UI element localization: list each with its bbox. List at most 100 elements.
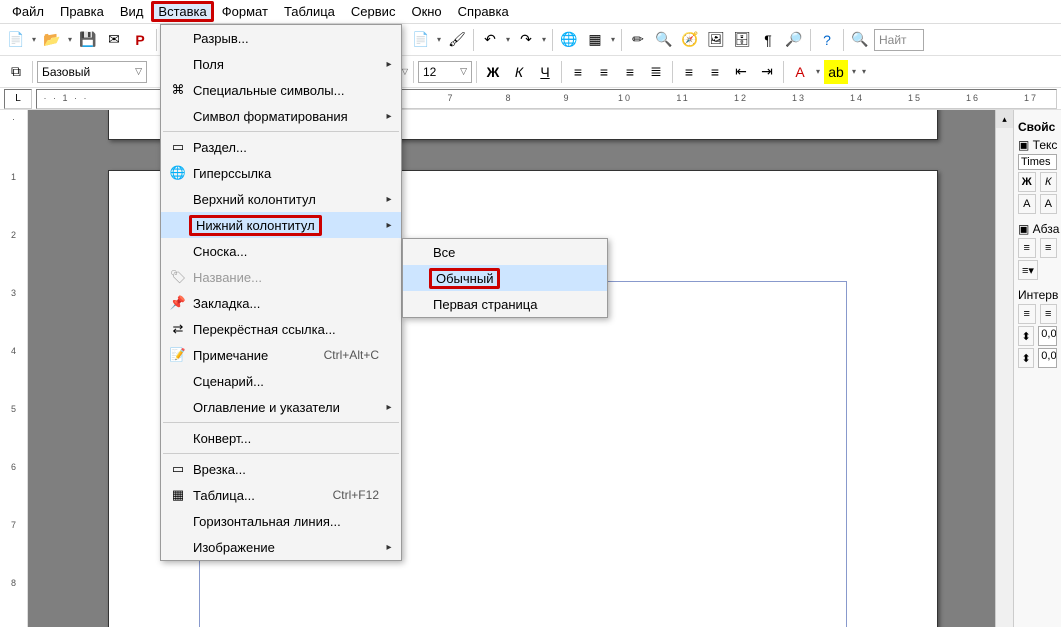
menu-table[interactable]: Таблица (276, 2, 343, 21)
gallery-button[interactable]: 🖼 (704, 28, 728, 52)
font-name-field[interactable]: Times (1018, 154, 1057, 170)
below-spacing-field[interactable]: 0,0 (1038, 348, 1057, 368)
new-doc-dropdown[interactable]: ▾ (30, 35, 38, 44)
redo-dropdown[interactable]: ▾ (540, 35, 548, 44)
menuitem-script[interactable]: Сценарий... (161, 368, 401, 394)
data-sources-button[interactable]: 🗄 (730, 28, 754, 52)
align-justify-button[interactable]: ≣ (644, 60, 668, 84)
paragraph-section-header[interactable]: ▣ Абза (1018, 222, 1057, 236)
italic-button[interactable]: К (507, 60, 531, 84)
font-name-dropdown[interactable]: ▽ (401, 67, 409, 76)
underline-button[interactable]: Ч (533, 60, 557, 84)
submenuitem-default[interactable]: Обычный (403, 265, 607, 291)
highlight-button[interactable]: ab (824, 60, 848, 84)
list-sp-button[interactable]: ≡▾ (1018, 260, 1038, 280)
decrease-indent-button[interactable]: ⇤ (729, 60, 753, 84)
numbered-list-button[interactable]: ≡ (677, 60, 701, 84)
menuitem-hyperlink[interactable]: 🌐Гиперссылка (161, 160, 401, 186)
find-button[interactable]: 🔍 (652, 28, 676, 52)
font-color-button[interactable]: A (788, 60, 812, 84)
font-effects-button[interactable]: A (1018, 194, 1036, 214)
menuitem-header[interactable]: Верхний колонтитул▸ (161, 186, 401, 212)
menuitem-frame[interactable]: ▭Врезка... (161, 456, 401, 482)
menu-tools[interactable]: Сервис (343, 2, 404, 21)
menuitem-fields[interactable]: Поля▸ (161, 51, 401, 77)
drawing-button[interactable]: ✏ (626, 28, 650, 52)
menu-window[interactable]: Окно (403, 2, 449, 21)
font-color-dropdown[interactable]: ▾ (814, 67, 822, 76)
section-icon: ▭ (167, 139, 189, 155)
bold-sp-button[interactable]: Ж (1018, 172, 1036, 192)
save-button[interactable]: 💾 (76, 28, 100, 52)
menuitem-formatting-mark[interactable]: Символ форматирования▸ (161, 103, 401, 129)
menuitem-hr[interactable]: Горизонтальная линия... (161, 508, 401, 534)
new-doc-button[interactable]: 📄 (4, 28, 28, 52)
nonprinting-chars-button[interactable]: ¶ (756, 28, 780, 52)
menuitem-section[interactable]: ▭Раздел... (161, 134, 401, 160)
font-size-combo[interactable]: 12▽ (418, 61, 472, 83)
bullet-list-button[interactable]: ≡ (703, 60, 727, 84)
bold-button[interactable]: Ж (481, 60, 505, 84)
table-button[interactable]: ▦ (583, 28, 607, 52)
align-sp2-button[interactable]: ≡ (1040, 238, 1058, 258)
open-dropdown[interactable]: ▾ (66, 35, 74, 44)
help-button[interactable]: ? (815, 28, 839, 52)
styles-button[interactable]: ⧉ (4, 60, 28, 84)
scroll-up-button[interactable]: ▴ (996, 110, 1013, 128)
menuitem-envelope[interactable]: Конверт... (161, 425, 401, 451)
vertical-scrollbar[interactable]: ▴ (995, 110, 1013, 627)
menu-format[interactable]: Формат (214, 2, 276, 21)
vertical-ruler[interactable]: ·12345678 (0, 110, 28, 627)
hyperlink-button[interactable]: 🌐 (557, 28, 581, 52)
search-input[interactable]: Найт (874, 29, 924, 51)
highlight-dropdown[interactable]: ▾ (850, 67, 858, 76)
open-button[interactable]: 📂 (40, 28, 64, 52)
menuitem-bookmark[interactable]: 📌Закладка... (161, 290, 401, 316)
spacing-dec-button[interactable]: ≡ (1040, 304, 1058, 324)
menuitem-break[interactable]: Разрыв... (161, 25, 401, 51)
menuitem-comment[interactable]: 📝ПримечаниеCtrl+Alt+C (161, 342, 401, 368)
menu-edit[interactable]: Правка (52, 2, 112, 21)
menuitem-footnote[interactable]: Сноска... (161, 238, 401, 264)
paragraph-style-combo[interactable]: Базовый▽ (37, 61, 147, 83)
menuitem-image[interactable]: Изображение▸ (161, 534, 401, 560)
undo-button[interactable]: ↶ (478, 28, 502, 52)
redo-button[interactable]: ↷ (514, 28, 538, 52)
find-toolbar-icon[interactable]: 🔍 (848, 28, 872, 52)
menuitem-special-chars[interactable]: ⌘Специальные символы... (161, 77, 401, 103)
align-left-button[interactable]: ≡ (566, 60, 590, 84)
menuitem-footer[interactable]: Нижний колонтитул▸ (161, 212, 401, 238)
paste-button[interactable]: 📄 (409, 28, 433, 52)
italic-sp-button[interactable]: К (1040, 172, 1058, 192)
menu-insert[interactable]: Вставка (151, 1, 213, 22)
text-section-header[interactable]: ▣ Текс (1018, 138, 1057, 152)
font-effects2-button[interactable]: A (1040, 194, 1058, 214)
separator (156, 29, 157, 51)
above-spacing-field[interactable]: 0,0 (1038, 326, 1057, 346)
spacing-inc-button[interactable]: ≡ (1018, 304, 1036, 324)
menuitem-caption[interactable]: 🏷Название... (161, 264, 401, 290)
zoom-button[interactable]: 🔎 (782, 28, 806, 52)
navigator-button[interactable]: 🧭 (678, 28, 702, 52)
table-dropdown[interactable]: ▾ (609, 35, 617, 44)
align-sp-button[interactable]: ≡ (1018, 238, 1036, 258)
menu-help[interactable]: Справка (450, 2, 517, 21)
align-right-button[interactable]: ≡ (618, 60, 642, 84)
undo-dropdown[interactable]: ▾ (504, 35, 512, 44)
format-paintbrush-button[interactable]: 🖌 (445, 28, 469, 52)
align-center-button[interactable]: ≡ (592, 60, 616, 84)
submenuitem-firstpage[interactable]: Первая страница (403, 291, 607, 317)
email-button[interactable]: ✉ (102, 28, 126, 52)
pdf-button[interactable]: P (128, 28, 152, 52)
menuitem-crossref[interactable]: ⇄Перекрёстная ссылка... (161, 316, 401, 342)
paste-dropdown[interactable]: ▾ (435, 35, 443, 44)
menu-file[interactable]: Файл (4, 2, 52, 21)
menu-separator (163, 422, 399, 423)
submenuitem-all[interactable]: Все (403, 239, 607, 265)
separator (473, 29, 474, 51)
toolbar-overflow[interactable]: ▾ (860, 67, 868, 76)
increase-indent-button[interactable]: ⇥ (755, 60, 779, 84)
menu-view[interactable]: Вид (112, 2, 152, 21)
menuitem-indexes[interactable]: Оглавление и указатели▸ (161, 394, 401, 420)
menuitem-table[interactable]: ▦Таблица...Ctrl+F12 (161, 482, 401, 508)
